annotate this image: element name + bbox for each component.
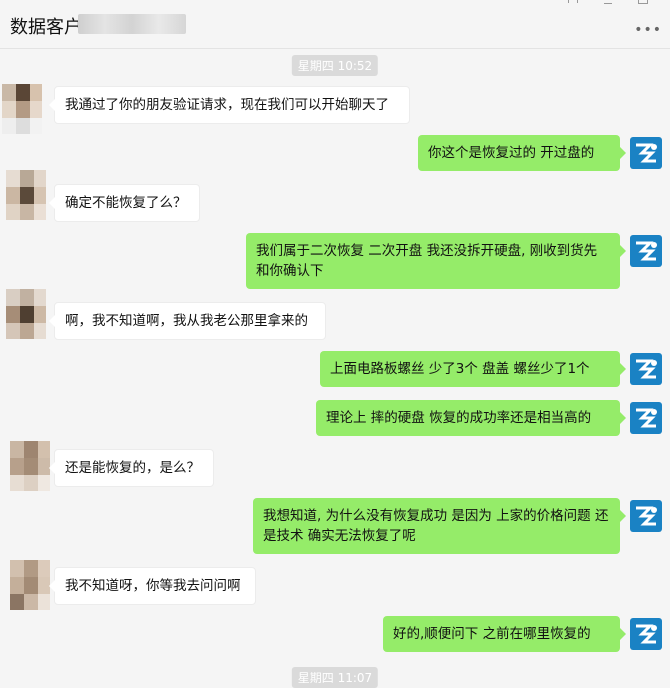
user-avatar-logo-icon[interactable] (630, 402, 662, 434)
message-bubble-outgoing: 理论上 摔的硬盘 恢复的成功率还是相当高的 (316, 400, 626, 436)
user-avatar-logo-icon[interactable] (630, 235, 662, 267)
chat-header: 数据客户 ••• (0, 0, 670, 49)
contact-avatar[interactable] (6, 170, 46, 220)
blurred-name (78, 14, 186, 34)
more-icon[interactable]: ••• (634, 22, 662, 38)
maximize-icon[interactable] (638, 0, 648, 4)
message-bubble-outgoing: 好的,顺便问下 之前在哪里恢复的 (383, 616, 626, 652)
message-bubble-incoming: 啊，我不知道啊，我从我老公那里拿来的 (49, 302, 326, 340)
user-avatar-logo-icon[interactable] (630, 137, 662, 169)
message-bubble-outgoing: 上面电路板螺丝 少了3个 盘盖 螺丝少了1个 (320, 351, 626, 387)
contact-avatar[interactable] (2, 84, 42, 134)
pin-icon[interactable] (568, 0, 578, 3)
message-bubble-incoming: 还是能恢复的，是么？ (49, 449, 214, 487)
chat-title: 数据客户 (10, 17, 82, 38)
message-bubble-incoming: 确定不能恢复了么？ (49, 184, 200, 222)
message-bubble-outgoing: 我们属于二次恢复 二次开盘 我还没拆开硬盘, 刚收到货先和你确认下 (246, 233, 626, 289)
contact-avatar[interactable] (10, 441, 50, 491)
message-bubble-incoming: 我不知道呀，你等我去问问啊 (49, 567, 256, 605)
message-bubble-incoming: 我通过了你的朋友验证请求，现在我们可以开始聊天了 (49, 86, 410, 124)
timestamp: 星期四 11:07 (291, 667, 379, 688)
user-avatar-logo-icon[interactable] (630, 353, 662, 385)
contact-avatar[interactable] (10, 560, 50, 610)
minimize-icon[interactable] (604, 0, 612, 4)
message-bubble-outgoing: 我想知道, 为什么没有恢复成功 是因为 上家的价格问题 还是技术 确实无法恢复了… (253, 498, 626, 554)
timestamp: 星期四 10:52 (291, 55, 379, 76)
contact-avatar[interactable] (6, 289, 46, 339)
message-bubble-outgoing: 你这个是恢复过的 开过盘的 (418, 135, 626, 171)
user-avatar-logo-icon[interactable] (630, 618, 662, 650)
user-avatar-logo-icon[interactable] (630, 500, 662, 532)
